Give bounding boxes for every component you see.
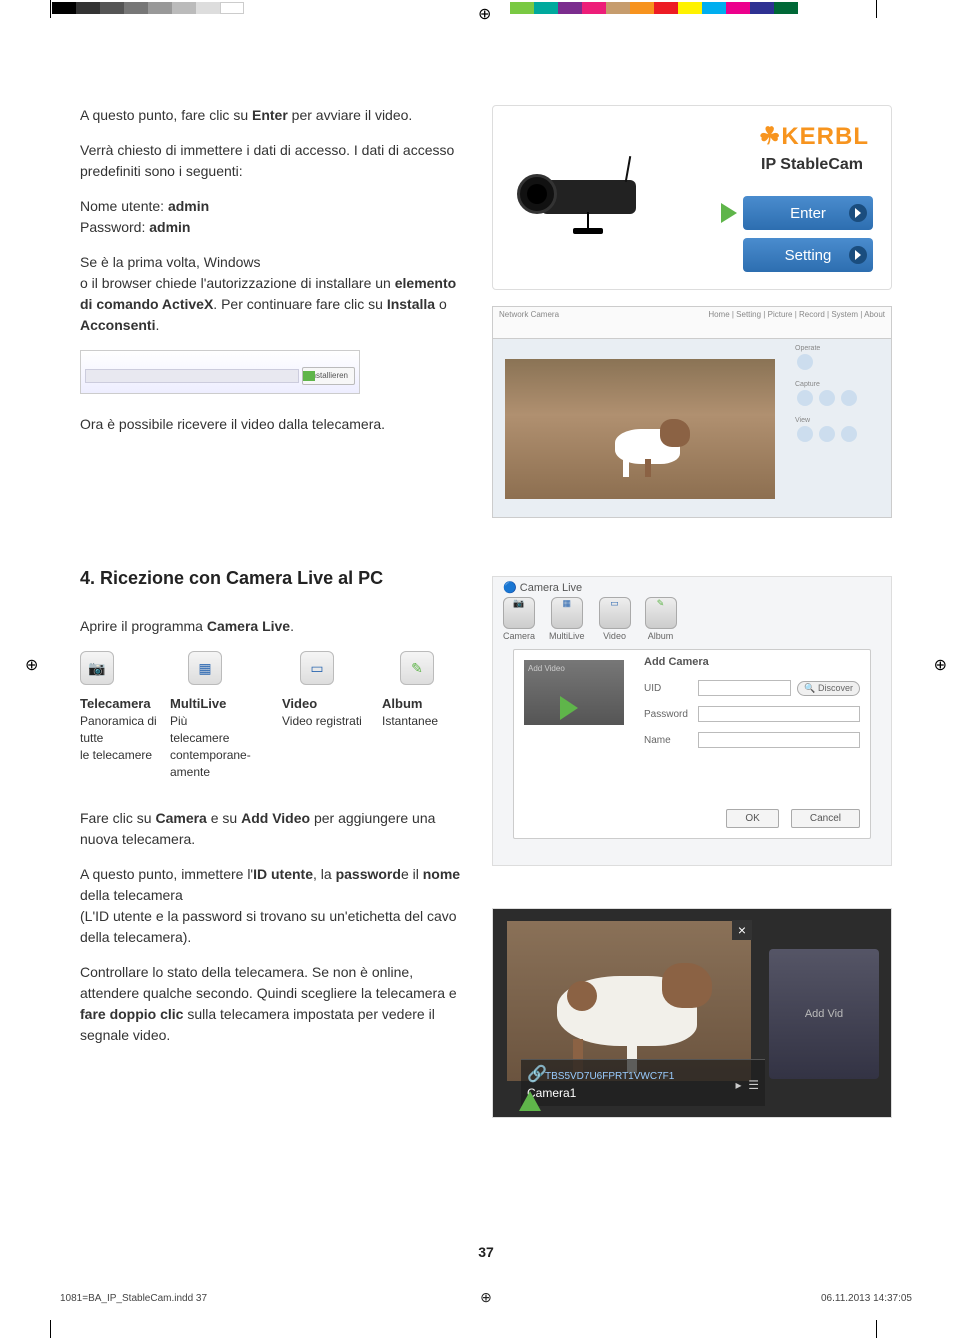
video-desc: Video registrati xyxy=(282,713,382,730)
top-crop-bar: ⊕ xyxy=(0,0,972,18)
discover-button[interactable]: 🔍 Discover xyxy=(797,681,860,696)
registration-mark-bottom: ⊕ xyxy=(480,1289,492,1306)
multilive-icon: ▦ xyxy=(188,651,222,685)
control-dot[interactable] xyxy=(819,390,835,406)
camera1-live-screenshot: × 🔗TBS5VD7U6FPRT1VWC7F1 Camera1 ▸ ☰ Add … xyxy=(492,908,892,1118)
kerbl-logo: ☘KERBL xyxy=(759,122,869,151)
page-number: 37 xyxy=(478,1244,494,1260)
control-dot[interactable] xyxy=(841,426,857,442)
enter-id-p: A questo punto, immettere l'ID utente, l… xyxy=(80,864,468,948)
camera-icon: 📷 xyxy=(80,651,114,685)
add-video-slot[interactable]: Add Vid xyxy=(769,949,879,1079)
password-input[interactable] xyxy=(698,706,860,722)
multilive-title: MultiLive xyxy=(170,695,282,713)
enter-button[interactable]: Enter xyxy=(743,196,873,230)
name-input[interactable] xyxy=(698,732,860,748)
add-camera-title: Add Camera xyxy=(644,656,860,668)
video-feed xyxy=(505,359,775,499)
green-arrow-camera1 xyxy=(519,1091,541,1111)
tab-video[interactable]: ▭Video xyxy=(599,597,631,641)
registration-mark-top: ⊕ xyxy=(478,4,491,24)
add-video-thumb[interactable]: Add Video xyxy=(524,660,624,725)
telcamera-title: Telecamera xyxy=(80,695,170,713)
album-icon: ✎ xyxy=(400,651,434,685)
add-camera-panel: Add Video Add Camera UID 🔍 Discover Pass… xyxy=(513,649,871,839)
icon-legend-row: 📷 ▦ ▭ ✎ xyxy=(80,651,468,685)
activex-install-bar: Installieren xyxy=(80,350,360,394)
enter-word: Enter xyxy=(252,107,288,123)
control-dot[interactable] xyxy=(797,426,813,442)
menu-icon[interactable]: ☰ xyxy=(748,1078,759,1092)
add-video-p: Fare clic su Camera e su Add Video per a… xyxy=(80,808,468,850)
setting-arrow-icon xyxy=(849,246,867,264)
registration-mark-right: ⊕ xyxy=(934,655,947,675)
check-status-p: Controllare lo stato della telecamera. S… xyxy=(80,962,468,1046)
cameralive-tabs: 📷Camera ▦MultiLive ▭Video ✎Album xyxy=(503,597,677,641)
password-label: Password xyxy=(644,709,698,720)
receive-video-text: Ora è possibile ricevere il video dalla … xyxy=(80,414,468,435)
pass-label: Password: xyxy=(80,219,149,235)
control-dot[interactable] xyxy=(797,390,813,406)
section-4-heading: 4. Ricezione con Camera Live al PC xyxy=(80,565,468,592)
browser-video-screenshot: Network Camera Home | Setting | Picture … xyxy=(492,306,892,518)
footer-timestamp: 06.11.2013 14:37:05 xyxy=(821,1293,912,1304)
green-arrow-enter xyxy=(721,203,737,223)
album-title: Album xyxy=(382,695,462,713)
camera-controls-panel: Operate Capture View xyxy=(795,345,885,505)
intro-p1-text1: A questo punto, fare clic su xyxy=(80,107,252,123)
close-icon[interactable]: × xyxy=(732,920,752,940)
camera1-video[interactable]: × 🔗TBS5VD7U6FPRT1VWC7F1 Camera1 ▸ ☰ xyxy=(507,921,751,1081)
video-title: Video xyxy=(282,695,382,713)
user-label: Nome utente: xyxy=(80,198,168,214)
tab-album[interactable]: ✎Album xyxy=(645,597,677,641)
control-dot[interactable] xyxy=(797,354,813,370)
cameralive-title: 🔵 Camera Live xyxy=(503,581,582,594)
icon-label-row: Telecamera Panoramica di tuttele telecam… xyxy=(80,695,468,780)
intro-p2: Verrà chiesto di immettere i dati di acc… xyxy=(80,140,468,182)
green-arrow-addvideo xyxy=(560,696,578,720)
enter-row: Enter xyxy=(721,196,873,230)
control-dot[interactable] xyxy=(841,390,857,406)
user-value: admin xyxy=(168,198,209,214)
intro-p1-text2: per avviare il video. xyxy=(288,107,413,123)
multilive-desc: Piùtelecamere contemporane-amente xyxy=(170,713,282,780)
telcamera-desc: Panoramica di tuttele telecamere xyxy=(80,713,170,763)
uid-label: UID xyxy=(644,683,698,694)
play-icon[interactable]: ▸ xyxy=(736,1078,742,1092)
camera-uid: TBS5VD7U6FPRT1VWC7F1 xyxy=(545,1071,674,1082)
tab-multilive[interactable]: ▦MultiLive xyxy=(549,597,585,641)
kerbl-entry-screenshot: ☘KERBL IP StableCam Enter Setting xyxy=(492,105,892,290)
tab-camera[interactable]: 📷Camera xyxy=(503,597,535,641)
browser-chrome: Network Camera Home | Setting | Picture … xyxy=(493,307,891,339)
cameralive-addcamera-screenshot: 🔵 Camera Live 📷Camera ▦MultiLive ▭Video … xyxy=(492,576,892,866)
album-desc: Istantanee xyxy=(382,713,462,730)
setting-row: Setting xyxy=(721,238,873,272)
color-blocks-right xyxy=(510,2,798,14)
link-icon: 🔗 xyxy=(527,1064,541,1078)
enter-arrow-icon xyxy=(849,204,867,222)
camera-illustration xyxy=(507,156,662,246)
control-dot[interactable] xyxy=(819,426,835,442)
intro-p1: A questo punto, fare clic su Enter per a… xyxy=(80,105,468,126)
cancel-button[interactable]: Cancel xyxy=(791,809,860,828)
uid-input[interactable] xyxy=(698,680,791,696)
setting-button[interactable]: Setting xyxy=(743,238,873,272)
ok-button[interactable]: OK xyxy=(726,809,778,828)
footer-filename: 1081=BA_IP_StableCam.indd 37 xyxy=(60,1293,207,1304)
open-cameralive: Aprire il programma Camera Live. xyxy=(80,616,468,637)
activex-paragraph: Se è la prima volta, Windows o il browse… xyxy=(80,252,468,336)
registration-mark-left: ⊕ xyxy=(25,655,38,675)
cow-image xyxy=(605,409,695,479)
color-blocks-left xyxy=(52,2,244,14)
pass-value: admin xyxy=(149,219,190,235)
kerbl-subtitle: IP StableCam xyxy=(761,156,863,174)
video-icon: ▭ xyxy=(300,651,334,685)
name-label: Name xyxy=(644,735,698,746)
install-button[interactable]: Installieren xyxy=(302,367,355,385)
credentials: Nome utente: admin Password: admin xyxy=(80,196,468,238)
